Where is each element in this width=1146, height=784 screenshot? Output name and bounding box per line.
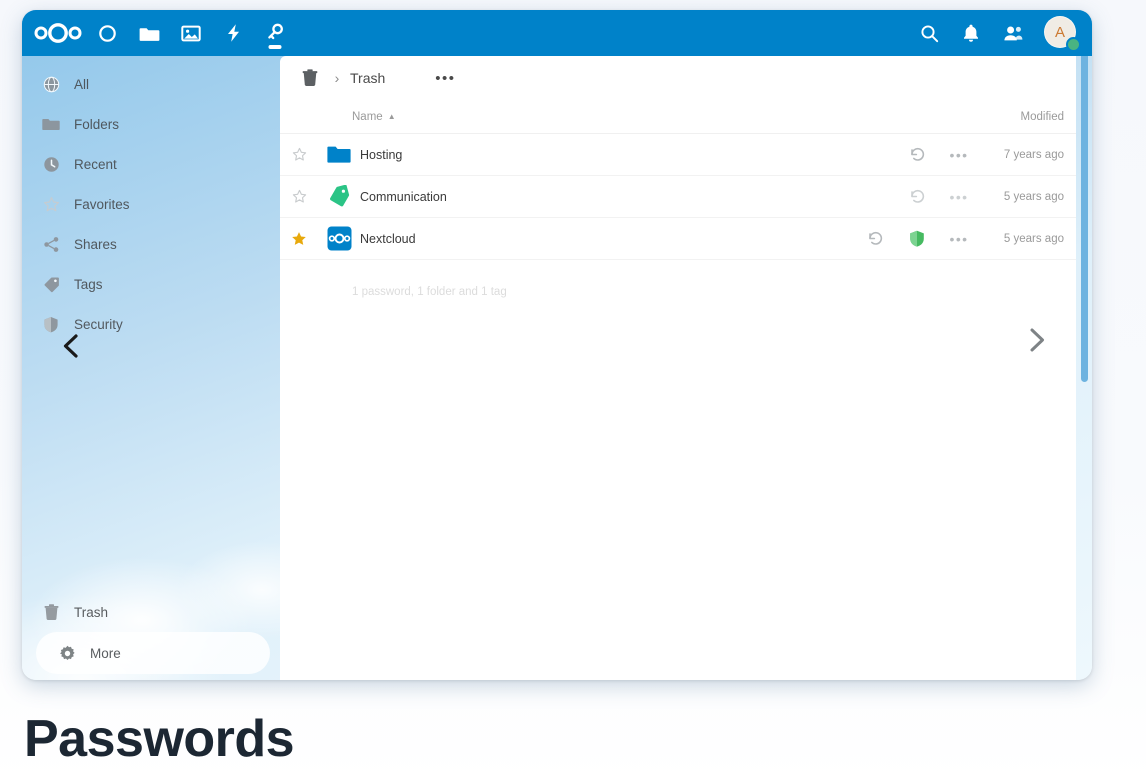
nav-item-files[interactable] — [128, 10, 170, 56]
sidebar: All Folders Recent Favorites Shares Tags… — [22, 56, 280, 680]
folder-icon — [139, 24, 160, 43]
share-icon — [42, 236, 60, 253]
sidebar-bottom-section: Trash More — [22, 592, 280, 674]
row-name: Nextcloud — [360, 231, 416, 246]
sort-ascending-icon: ▲ — [387, 112, 396, 121]
restore-button[interactable] — [896, 146, 938, 163]
row-modified: 5 years ago — [1003, 190, 1064, 203]
sidebar-item-label: Recent — [74, 156, 117, 172]
trash-icon — [42, 603, 60, 621]
bell-icon — [962, 23, 980, 43]
nav-item-dashboard[interactable] — [86, 10, 128, 56]
content-area: › Trash ••• Name ▲ Modified Hosting ••• … — [280, 56, 1076, 680]
chevron-right-icon — [1026, 328, 1048, 358]
sidebar-item-folders[interactable]: Folders — [22, 104, 280, 144]
contacts-button[interactable] — [992, 10, 1034, 56]
lightning-icon — [225, 23, 242, 43]
page-root: A All Folders Recent Favorites Shares Ta… — [0, 0, 1146, 784]
column-header-name-label: Name — [352, 110, 383, 123]
sidebar-item-label: More — [90, 645, 121, 661]
favorite-toggle[interactable] — [280, 147, 318, 162]
breadcrumb-menu-button[interactable]: ••• — [435, 71, 455, 86]
security-status-button[interactable] — [896, 230, 938, 247]
table-row[interactable]: Hosting ••• 7 years ago — [280, 134, 1076, 176]
sidebar-item-label: Security — [74, 316, 123, 332]
column-header-name[interactable]: Name ▲ — [352, 111, 396, 123]
header-actions: A — [908, 10, 1092, 56]
circle-icon — [98, 24, 117, 43]
nextcloud-logo[interactable] — [30, 10, 86, 56]
contacts-icon — [1003, 24, 1024, 43]
row-name: Hosting — [360, 147, 403, 162]
nextcloud-favicon — [318, 226, 360, 251]
sidebar-item-shares[interactable]: Shares — [22, 224, 280, 264]
nav-item-photos[interactable] — [170, 10, 212, 56]
sidebar-item-label: Folders — [74, 116, 120, 132]
row-name: Communication — [360, 189, 447, 204]
row-menu-button[interactable]: ••• — [938, 231, 980, 247]
search-icon — [920, 24, 939, 43]
tag-icon — [42, 276, 60, 293]
breadcrumb-current[interactable]: Trash — [350, 70, 385, 86]
restore-button[interactable] — [896, 188, 938, 205]
restore-button[interactable] — [854, 230, 896, 247]
avatar[interactable]: A — [1044, 16, 1081, 52]
table-row[interactable]: Communication ••• 5 years ago — [280, 176, 1076, 218]
key-icon — [266, 23, 285, 44]
search-button[interactable] — [908, 10, 950, 56]
nav-item-passwords[interactable] — [254, 10, 296, 56]
image-icon — [181, 24, 201, 43]
breadcrumb-trash-icon[interactable] — [296, 69, 324, 87]
list-summary: 1 password, 1 folder and 1 tag — [352, 286, 507, 298]
favorite-toggle[interactable] — [280, 189, 318, 204]
chevron-left-icon — [60, 334, 82, 364]
row-modified: 5 years ago — [1003, 232, 1064, 245]
nextcloud-app-window: A All Folders Recent Favorites Shares Ta… — [22, 10, 1092, 680]
breadcrumb-separator: › — [334, 70, 340, 86]
next-page-button[interactable] — [1026, 326, 1048, 359]
shield-icon — [42, 316, 60, 333]
sidebar-item-recent[interactable]: Recent — [22, 144, 280, 184]
app-navigation-icons — [22, 10, 296, 56]
column-header-modified[interactable]: Modified — [1021, 111, 1064, 123]
sidebar-item-trash[interactable]: Trash — [22, 592, 280, 632]
sidebar-item-label: Trash — [74, 604, 109, 620]
folder-blue-icon — [318, 144, 360, 165]
row-modified: 7 years ago — [1003, 148, 1064, 161]
sidebar-item-label: Tags — [74, 276, 103, 292]
star-outline-icon — [42, 196, 60, 213]
favorite-toggle[interactable] — [280, 231, 318, 247]
notifications-button[interactable] — [950, 10, 992, 56]
gear-icon — [58, 645, 76, 662]
sidebar-item-favorites[interactable]: Favorites — [22, 184, 280, 224]
sidebar-collapse-button[interactable] — [60, 332, 82, 365]
sidebar-item-more[interactable]: More — [36, 632, 270, 674]
tag-green-icon — [318, 185, 360, 208]
sidebar-item-tags[interactable]: Tags — [22, 264, 280, 304]
globe-icon — [42, 76, 60, 93]
sidebar-item-label: Shares — [74, 236, 117, 252]
sidebar-item-all[interactable]: All — [22, 64, 280, 104]
clock-icon — [42, 156, 60, 173]
sidebar-item-label: Favorites — [74, 196, 130, 212]
sidebar-item-label: All — [74, 76, 90, 92]
folder-icon — [42, 116, 60, 132]
app-header: A — [22, 10, 1092, 56]
avatar-status-dot — [1066, 37, 1081, 52]
table-row[interactable]: Nextcloud ••• 5 years ago — [280, 218, 1076, 260]
app-body: All Folders Recent Favorites Shares Tags… — [22, 56, 1092, 680]
nav-item-activity[interactable] — [212, 10, 254, 56]
vertical-scrollbar[interactable] — [1081, 12, 1088, 382]
row-menu-button[interactable]: ••• — [938, 147, 980, 163]
row-menu-button[interactable]: ••• — [938, 189, 980, 205]
breadcrumb: › Trash ••• — [280, 56, 1076, 100]
page-title: Passwords — [24, 710, 295, 768]
table-header: Name ▲ Modified — [280, 100, 1076, 134]
